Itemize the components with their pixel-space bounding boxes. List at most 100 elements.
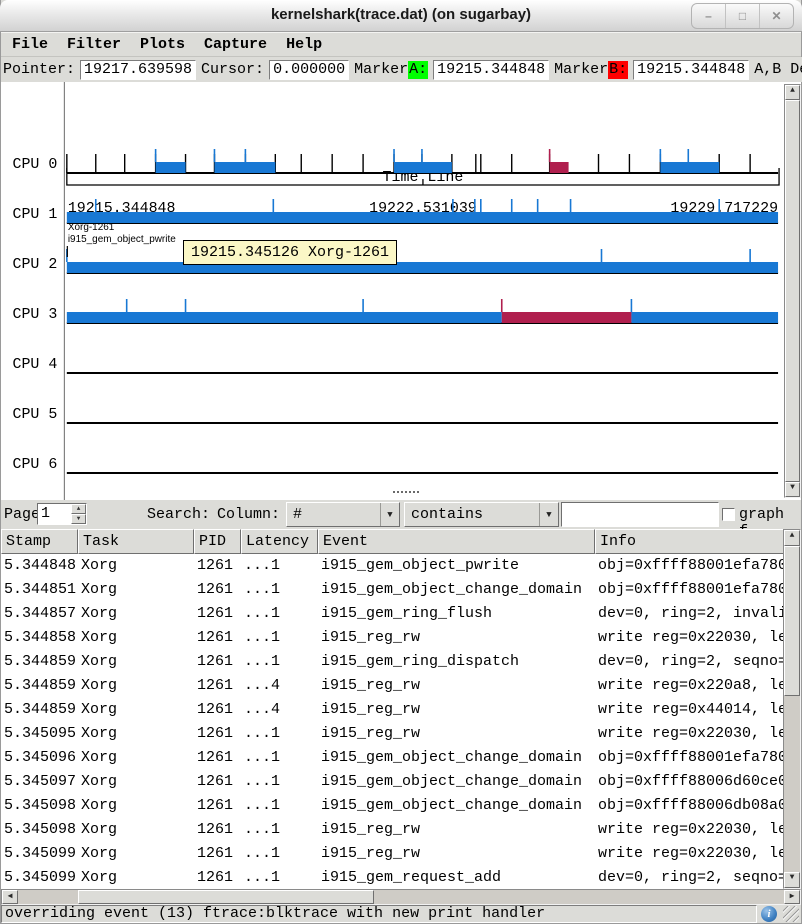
cell-event: i915_reg_rw	[318, 818, 595, 842]
match-type-select[interactable]: contains ▼	[404, 502, 559, 527]
column-select[interactable]: # ▼	[286, 502, 400, 527]
menu-item-plots[interactable]: Plots	[140, 36, 185, 53]
cell-latency: ...1	[241, 554, 318, 578]
table-horizontal-scrollbar[interactable]: ◀ ▶	[1, 889, 801, 905]
page-label: Page	[4, 506, 40, 523]
title-bar[interactable]: kernelshark(trace.dat) (on sugarbay) – □…	[0, 0, 802, 32]
cell-stamp: 5.344848	[1, 554, 78, 578]
cell-info: write reg=0x22030, le	[595, 722, 783, 746]
timeline-plot[interactable]: Time Line19215.34484819222.53103919229.7…	[1, 82, 801, 500]
cell-stamp: 5.344859	[1, 674, 78, 698]
table-row[interactable]: 5.345099Xorg1261...1i915_reg_rwwrite reg…	[1, 842, 783, 866]
search-input[interactable]	[561, 502, 719, 527]
table-row[interactable]: 5.344858Xorg1261...1i915_reg_rwwrite reg…	[1, 626, 783, 650]
table-row[interactable]: 5.345099Xorg1261...1i915_gem_request_add…	[1, 866, 783, 889]
cell-event: i915_gem_request_add	[318, 866, 595, 889]
cell-pid: 1261	[194, 698, 241, 722]
cell-latency: ...1	[241, 794, 318, 818]
graph-scrollbar-thumb[interactable]	[785, 100, 800, 482]
column-header-info[interactable]: Info	[595, 529, 784, 554]
cell-pid: 1261	[194, 626, 241, 650]
marker-b-badge: B:	[608, 61, 628, 79]
cell-latency: ...1	[241, 722, 318, 746]
menu-item-capture[interactable]: Capture	[204, 36, 267, 53]
cell-task: Xorg	[78, 602, 194, 626]
column-label: Column:	[217, 506, 280, 523]
table-row[interactable]: 5.344857Xorg1261...1i915_gem_ring_flushd…	[1, 602, 783, 626]
scroll-up-icon[interactable]: ▲	[784, 530, 800, 546]
timeline-graph-panel: Time Line19215.34484819222.53103919229.7…	[1, 82, 801, 500]
menu-item-filter[interactable]: Filter	[67, 36, 121, 53]
cell-latency: ...1	[241, 770, 318, 794]
marker-info-bar: Pointer: 19217.639598 Cursor: 0.000000 M…	[1, 57, 802, 82]
task-run-bar[interactable]	[550, 162, 569, 173]
pane-splitter-handle[interactable]	[393, 491, 419, 498]
cell-pid: 1261	[194, 722, 241, 746]
search-label: Search:	[147, 506, 210, 523]
task-run-bar[interactable]	[394, 162, 452, 173]
close-button[interactable]: ✕	[759, 4, 793, 28]
page-spinner-buttons: ▲ ▼	[71, 504, 86, 524]
column-header-task[interactable]: Task	[78, 529, 194, 554]
cell-latency: ...4	[241, 674, 318, 698]
maximize-button[interactable]: □	[725, 4, 759, 28]
page-spinner[interactable]: 1 ▲ ▼	[37, 503, 87, 525]
task-run-bar[interactable]	[67, 312, 502, 323]
cell-task: Xorg	[78, 866, 194, 889]
spin-up-icon[interactable]: ▲	[71, 504, 86, 514]
table-row[interactable]: 5.344859Xorg1261...4i915_reg_rwwrite reg…	[1, 674, 783, 698]
table-row[interactable]: 5.345098Xorg1261...1i915_reg_rwwrite reg…	[1, 818, 783, 842]
table-row[interactable]: 5.344848Xorg1261...1i915_gem_object_pwri…	[1, 554, 783, 578]
column-header-pid[interactable]: PID	[194, 529, 241, 554]
table-row[interactable]: 5.345095Xorg1261...1i915_reg_rwwrite reg…	[1, 722, 783, 746]
cell-info: obj=0xffff88001efa780	[595, 746, 783, 770]
graph-vertical-scrollbar[interactable]: ▲ ▼	[784, 84, 801, 498]
table-row[interactable]: 5.345096Xorg1261...1i915_gem_object_chan…	[1, 746, 783, 770]
scroll-left-icon[interactable]: ◀	[2, 890, 18, 904]
table-row[interactable]: 5.345097Xorg1261...1i915_gem_object_chan…	[1, 770, 783, 794]
minimize-button[interactable]: –	[692, 4, 725, 28]
timeline-tooltip: 19215.345126 Xorg-1261	[183, 240, 397, 265]
cell-task: Xorg	[78, 698, 194, 722]
scroll-down-icon[interactable]: ▼	[784, 872, 800, 888]
window-controls: – □ ✕	[691, 3, 794, 29]
task-run-bar[interactable]	[214, 162, 275, 173]
chevron-down-icon: ▼	[539, 503, 558, 526]
column-header-latency[interactable]: Latency	[241, 529, 318, 554]
scroll-up-icon[interactable]: ▲	[785, 85, 800, 100]
task-run-bar[interactable]	[67, 262, 778, 273]
hscrollbar-thumb[interactable]	[78, 890, 374, 904]
scroll-right-icon[interactable]: ▶	[784, 890, 800, 904]
cell-event: i915_gem_object_change_domain	[318, 578, 595, 602]
menu-item-help[interactable]: Help	[286, 36, 322, 53]
cell-task: Xorg	[78, 794, 194, 818]
spin-down-icon[interactable]: ▼	[71, 514, 86, 524]
kernelshark-window: kernelshark(trace.dat) (on sugarbay) – □…	[0, 0, 802, 924]
task-run-bar[interactable]	[156, 162, 186, 173]
table-row[interactable]: 5.344851Xorg1261...1i915_gem_object_chan…	[1, 578, 783, 602]
cell-pid: 1261	[194, 554, 241, 578]
task-run-bar[interactable]	[502, 312, 632, 323]
table-row[interactable]: 5.344859Xorg1261...1i915_gem_ring_dispat…	[1, 650, 783, 674]
cell-stamp: 5.344859	[1, 698, 78, 722]
cell-pid: 1261	[194, 818, 241, 842]
table-scrollbar-thumb[interactable]	[784, 546, 800, 696]
cell-info: write reg=0x22030, le	[595, 626, 783, 650]
cpu-label: CPU 0	[12, 157, 57, 173]
cell-info: write reg=0x220a8, le	[595, 674, 783, 698]
menu-item-file[interactable]: File	[12, 36, 48, 53]
info-icon[interactable]: i	[761, 906, 777, 922]
event-table: 5.344848Xorg1261...1i915_gem_object_pwri…	[1, 554, 783, 889]
task-run-bar[interactable]	[67, 212, 778, 223]
resize-grip[interactable]	[783, 906, 799, 922]
table-vertical-scrollbar[interactable]: ▲ ▼	[783, 529, 801, 889]
column-header-stamp[interactable]: Stamp	[1, 529, 78, 554]
task-run-bar[interactable]	[631, 312, 778, 323]
scroll-down-icon[interactable]: ▼	[785, 482, 800, 497]
column-header-event[interactable]: Event	[318, 529, 595, 554]
table-row[interactable]: 5.344859Xorg1261...4i915_reg_rwwrite reg…	[1, 698, 783, 722]
cell-task: Xorg	[78, 554, 194, 578]
table-row[interactable]: 5.345098Xorg1261...1i915_gem_object_chan…	[1, 794, 783, 818]
graph-follows-checkbox[interactable]	[722, 508, 735, 521]
task-run-bar[interactable]	[660, 162, 719, 173]
